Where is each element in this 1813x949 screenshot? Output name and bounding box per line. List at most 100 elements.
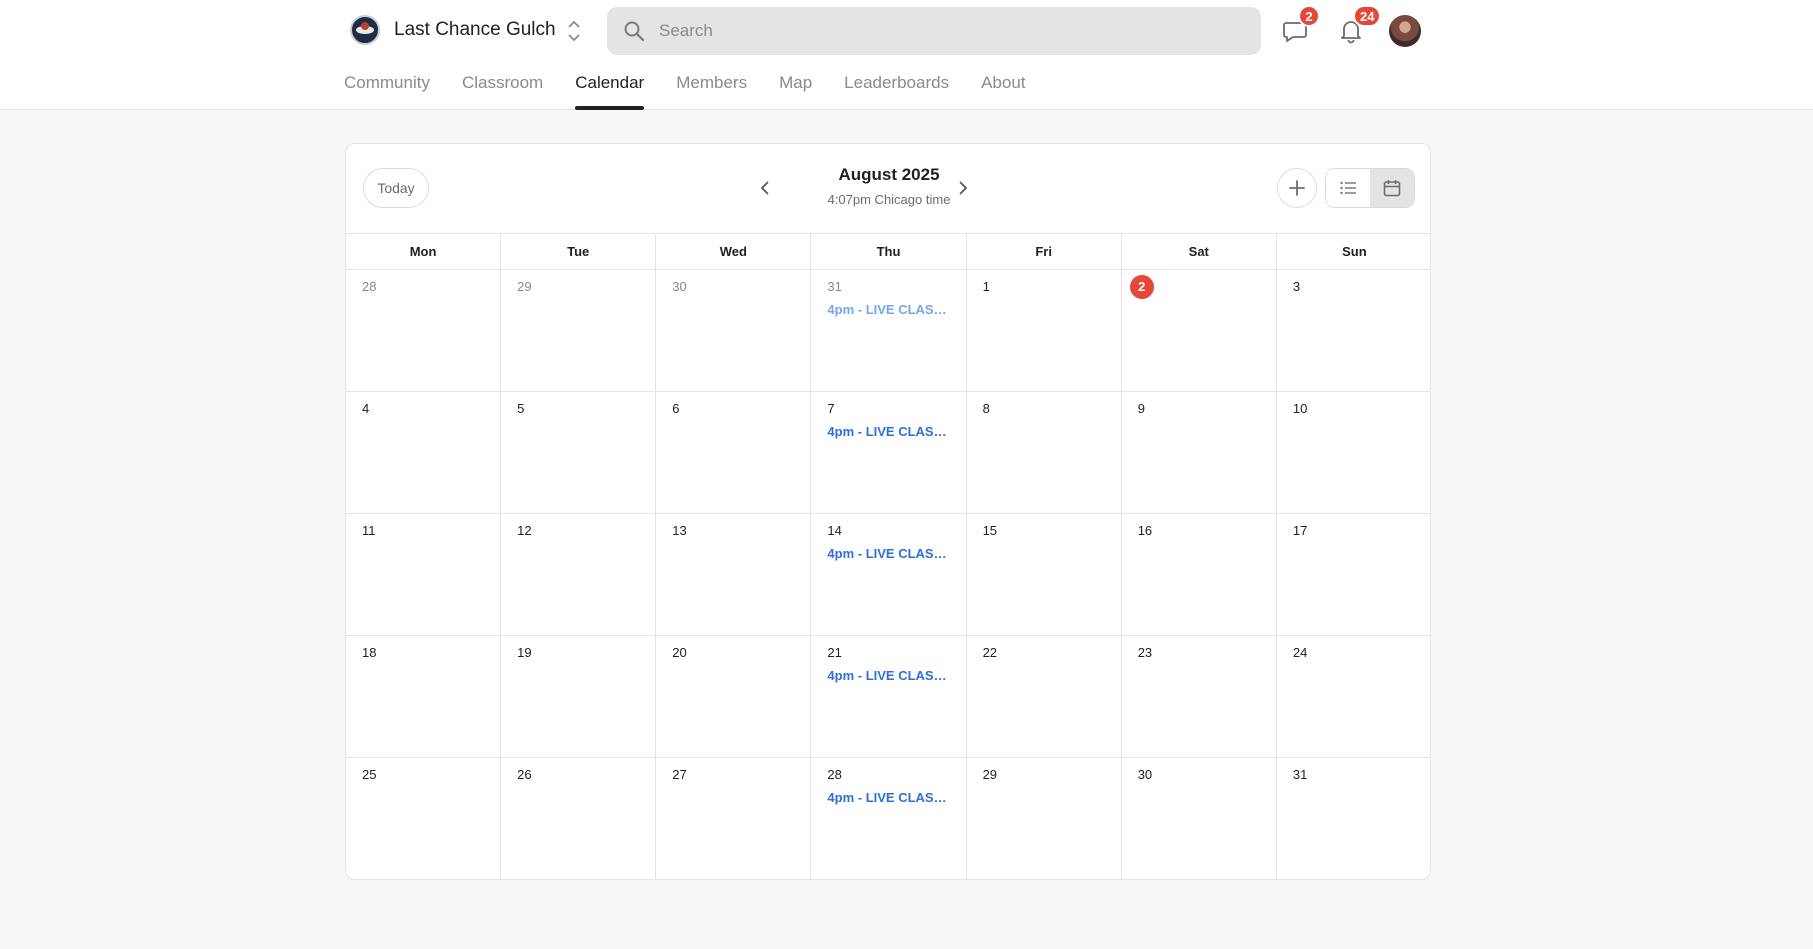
chat-badge: 2: [1298, 5, 1320, 27]
month-days: 28 29 30 31 4pm - LIVE CLASS ... 1 2 3 4 5 6 7 4pm -…: [346, 270, 1430, 879]
day-number: 26: [517, 767, 532, 782]
month-title: August 2025: [838, 165, 940, 184]
day-cell[interactable]: 21 4pm - LIVE CLASS ...: [811, 636, 967, 758]
tab-map[interactable]: Map: [779, 64, 812, 110]
day-cell[interactable]: 14 4pm - LIVE CLASS ...: [811, 514, 967, 636]
day-number: 28: [362, 279, 377, 294]
day-cell[interactable]: 24: [1276, 636, 1430, 758]
day-cell[interactable]: 1: [966, 270, 1122, 392]
search-bar[interactable]: [607, 7, 1261, 55]
day-cell[interactable]: 28 4pm - LIVE CLASS ...: [811, 758, 967, 879]
day-cell[interactable]: 28: [346, 270, 502, 392]
weekday-wed: Wed: [656, 234, 812, 269]
day-cell[interactable]: 25: [346, 758, 502, 879]
main-nav: Community Classroom Calendar Members Map Lead…: [344, 64, 1058, 110]
tab-community[interactable]: Community: [344, 64, 430, 110]
community-brand[interactable]: Last Chance Gulch: [350, 15, 556, 45]
day-number: 6: [672, 401, 680, 416]
day-cell[interactable]: 13: [656, 514, 812, 636]
day-cell[interactable]: 29: [501, 270, 657, 392]
list-view-button[interactable]: [1326, 169, 1370, 207]
day-cell[interactable]: 20: [656, 636, 812, 758]
search-input[interactable]: [659, 21, 1219, 41]
notification-badge: 24: [1353, 5, 1382, 27]
day-number: 30: [672, 279, 687, 294]
day-cell[interactable]: 5: [501, 392, 657, 514]
plus-icon: [1289, 180, 1305, 196]
day-cell[interactable]: 6: [656, 392, 812, 514]
calendar-event[interactable]: 4pm - LIVE CLASS ...: [827, 546, 951, 561]
day-cell[interactable]: 11: [346, 514, 502, 636]
day-cell[interactable]: 10: [1276, 392, 1430, 514]
tab-members[interactable]: Members: [676, 64, 747, 110]
day-number: 8: [982, 401, 990, 416]
tab-about[interactable]: About: [981, 64, 1025, 110]
day-number: 9: [1137, 401, 1145, 416]
day-cell[interactable]: 18: [346, 636, 502, 758]
day-number: 3: [1292, 279, 1301, 294]
weekday-header: Mon Tue Wed Thu Fri Sat Sun: [346, 233, 1430, 270]
day-cell[interactable]: 17: [1276, 514, 1430, 636]
day-cell[interactable]: 27: [656, 758, 812, 879]
day-cell[interactable]: 3: [1276, 270, 1430, 392]
community-logo-icon: [350, 15, 380, 45]
tab-calendar[interactable]: Calendar: [575, 64, 645, 110]
day-number: 5: [517, 401, 525, 416]
day-cell[interactable]: 31: [1277, 758, 1430, 879]
chevron-right-icon[interactable]: [952, 178, 972, 198]
day-cell[interactable]: 12: [501, 514, 657, 636]
day-number: 19: [517, 645, 532, 660]
tab-leaderboards[interactable]: Leaderboards: [844, 64, 949, 110]
day-cell[interactable]: 7 4pm - LIVE CLASS ...: [811, 392, 967, 514]
calendar-event[interactable]: 4pm - LIVE CLASS ...: [827, 302, 951, 317]
today-button[interactable]: Today: [363, 168, 429, 208]
tab-classroom[interactable]: Classroom: [462, 64, 543, 110]
search-icon: [624, 21, 645, 42]
today-day-number: 2: [1129, 275, 1154, 299]
weekday-tue: Tue: [501, 234, 657, 269]
day-cell[interactable]: 2: [1121, 270, 1277, 392]
day-number: 20: [672, 645, 687, 660]
day-number: 15: [982, 523, 998, 538]
day-cell[interactable]: 23: [1121, 636, 1277, 758]
day-number: 7: [827, 401, 835, 416]
calendar-event[interactable]: 4pm - LIVE CLASS ...: [827, 668, 951, 683]
day-cell[interactable]: 16: [1121, 514, 1277, 636]
calendar-event[interactable]: 4pm - LIVE CLASS ...: [827, 790, 951, 805]
day-cell[interactable]: 15: [966, 514, 1122, 636]
day-cell[interactable]: 22: [966, 636, 1122, 758]
user-avatar[interactable]: [1389, 15, 1421, 47]
day-number: 13: [672, 523, 687, 538]
chevron-left-icon[interactable]: [756, 178, 776, 198]
day-cell[interactable]: 31 4pm - LIVE CLASS ...: [811, 270, 967, 392]
day-number: 21: [827, 645, 842, 660]
month-header: August 2025 4:07pm Chicago time: [346, 164, 1430, 208]
day-number: 24: [1292, 645, 1308, 660]
day-number: 11: [362, 523, 376, 538]
calendar-event[interactable]: 4pm - LIVE CLASS ...: [827, 424, 951, 439]
day-cell[interactable]: 19: [501, 636, 657, 758]
day-cell[interactable]: 30: [1122, 758, 1277, 879]
day-cell[interactable]: 26: [501, 758, 657, 879]
weekday-fri: Fri: [967, 234, 1122, 269]
day-number: 28: [827, 767, 842, 782]
day-cell[interactable]: 30: [656, 270, 812, 392]
day-number: 14: [827, 523, 842, 538]
day-number: 17: [1292, 523, 1308, 538]
calendar-view-button[interactable]: [1370, 169, 1414, 207]
switcher-chevrons-icon[interactable]: [564, 18, 584, 44]
day-cell[interactable]: 29: [967, 758, 1122, 879]
day-number: 31: [827, 279, 842, 294]
day-number: 31: [1292, 767, 1308, 782]
calendar-grid: Mon Tue Wed Thu Fri Sat Sun 28 29 30 31 4pm - LIVE…: [346, 233, 1430, 879]
add-event-button[interactable]: [1277, 168, 1317, 208]
day-cell[interactable]: 9: [1121, 392, 1277, 514]
day-number: 18: [362, 645, 377, 660]
day-number: 27: [672, 767, 687, 782]
day-number: 4: [362, 401, 370, 416]
day-number: 1: [982, 279, 990, 294]
day-cell[interactable]: 8: [966, 392, 1122, 514]
day-number: 10: [1292, 401, 1308, 416]
day-cell[interactable]: 4: [346, 392, 502, 514]
day-number: 29: [982, 767, 998, 782]
